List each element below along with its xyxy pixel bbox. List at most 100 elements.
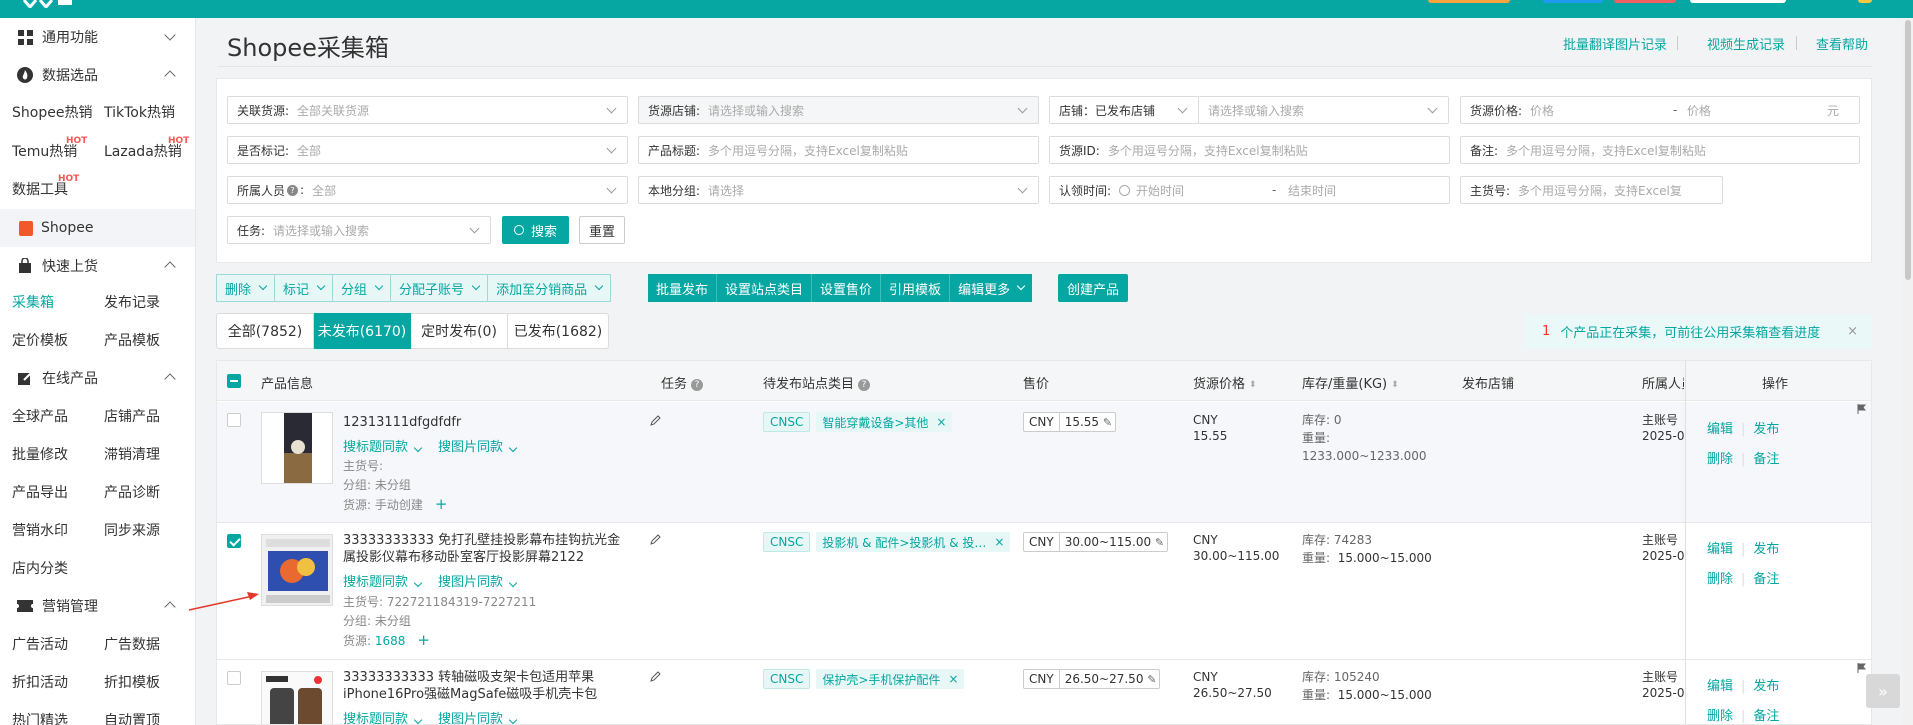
sidebar-item-store-products[interactable]: 店铺产品	[104, 407, 160, 427]
row-checkbox[interactable]	[227, 534, 241, 548]
sidebar-item-hot-pick[interactable]: 热门精选	[12, 711, 68, 725]
price-input[interactable]: CNY 26.50~27.50 ✎	[1023, 669, 1161, 689]
sidebar-item-global-products[interactable]: 全球产品	[12, 407, 68, 427]
price-min-input[interactable]: 价格	[1530, 102, 1673, 119]
delete-dropdown[interactable]: 删除	[216, 274, 276, 302]
sidebar-item-collect-box[interactable]: 采集箱	[12, 293, 54, 313]
edit-link[interactable]: 编辑	[1707, 679, 1733, 694]
close-icon[interactable]: ×	[994, 535, 1004, 549]
sidebar-item-marketing-watermark[interactable]: 营销水印	[12, 521, 68, 541]
remark-link[interactable]: 备注	[1753, 452, 1779, 467]
row-checkbox[interactable]	[227, 671, 241, 685]
claim-time-range[interactable]: 认领时间: 开始时间 - 结束时间	[1049, 176, 1450, 204]
mark-dropdown[interactable]: 标记	[275, 274, 334, 302]
tab-all[interactable]: 全部(7852)	[216, 313, 314, 349]
reset-button[interactable]: 重置	[579, 216, 625, 244]
search-title-same-link[interactable]: 搜标题同款	[343, 571, 423, 590]
flag-icon[interactable]	[1857, 404, 1866, 414]
search-image-same-link[interactable]: 搜图片同款	[438, 436, 518, 455]
publish-link[interactable]: 发布	[1753, 679, 1779, 694]
price-max-input[interactable]: 价格	[1687, 102, 1827, 119]
linked-source-select[interactable]: 关联货源: 全部关联货源	[227, 96, 628, 124]
tab-unpublished[interactable]: 未发布(6170)	[314, 313, 411, 349]
link-help[interactable]: 查看帮助	[1816, 34, 1868, 53]
sidebar-section-marketing[interactable]: 营销管理	[0, 587, 195, 625]
close-icon[interactable]: ×	[936, 415, 946, 429]
top-button-red[interactable]	[1614, 0, 1676, 3]
edit-more-dropdown[interactable]: 编辑更多	[950, 274, 1033, 302]
page-scrollbar[interactable]	[1903, 18, 1913, 725]
remark-link[interactable]: 备注	[1753, 572, 1779, 587]
sidebar-item-publish-log[interactable]: 发布记录	[104, 293, 160, 313]
sidebar-section-quick-upload[interactable]: 快速上货	[0, 247, 195, 285]
top-avatar[interactable]	[1858, 0, 1872, 3]
add-source-icon[interactable]: +	[435, 495, 448, 513]
price-input[interactable]: CNY 15.55 ✎	[1023, 412, 1117, 432]
create-product-button[interactable]: 创建产品	[1058, 274, 1128, 302]
local-group-select[interactable]: 本地分组: 请选择	[638, 176, 1039, 204]
product-title-input[interactable]: 产品标题: 多个用逗号分隔，支持Excel复制粘贴	[638, 136, 1039, 164]
source-id-input[interactable]: 货源ID: 多个用逗号分隔，支持Excel复制粘贴	[1049, 136, 1450, 164]
search-title-same-link[interactable]: 搜标题同款	[343, 436, 423, 455]
sidebar-item-discount-template[interactable]: 折扣模板	[104, 673, 160, 693]
group-dropdown[interactable]: 分组	[333, 274, 392, 302]
sidebar-item-product-export[interactable]: 产品导出	[12, 483, 68, 503]
owner-select[interactable]: 所属人员 ? : 全部	[227, 176, 628, 204]
collapse-double-chevron-icon[interactable]: »	[1866, 674, 1900, 708]
assign-subaccount-dropdown[interactable]: 分配子账号	[391, 274, 489, 302]
end-time-input[interactable]: 结束时间	[1288, 182, 1336, 199]
sidebar-item-tiktok-hot[interactable]: TikTok热销	[104, 103, 175, 123]
sidebar-item-shopee[interactable]: Shopee	[0, 209, 195, 247]
add-source-icon[interactable]: +	[417, 631, 430, 649]
sidebar-item-batch-edit[interactable]: 批量修改	[12, 445, 68, 465]
scrollbar-thumb[interactable]	[1905, 20, 1911, 280]
sidebar-item-product-template[interactable]: 产品模板	[104, 331, 160, 351]
set-category-button[interactable]: 设置站点类目	[717, 274, 813, 302]
sidebar-item-sync-source[interactable]: 同步来源	[104, 521, 160, 541]
start-time-input[interactable]: 开始时间	[1136, 182, 1272, 199]
sidebar-item-ad-campaign[interactable]: 广告活动	[12, 635, 68, 655]
product-thumbnail[interactable]	[261, 534, 333, 606]
set-price-button[interactable]: 设置售价	[812, 274, 882, 302]
close-icon[interactable]: ×	[948, 672, 958, 686]
sidebar-item-shopee-hot[interactable]: Shopee热销	[12, 103, 92, 123]
sidebar-section-online-products[interactable]: 在线产品	[0, 359, 195, 397]
publish-link[interactable]: 发布	[1753, 422, 1779, 437]
sidebar-item-ad-data[interactable]: 广告数据	[104, 635, 160, 655]
batch-publish-button[interactable]: 批量发布	[648, 274, 718, 302]
top-button-orange[interactable]	[1428, 0, 1510, 3]
sidebar-item-price-template[interactable]: 定价模板	[12, 331, 68, 351]
sidebar-item-discount-campaign[interactable]: 折扣活动	[12, 673, 68, 693]
search-title-same-link[interactable]: 搜标题同款	[343, 708, 423, 724]
top-button-white[interactable]	[1690, 0, 1786, 3]
sidebar-section-data-selection[interactable]: 数据选品	[0, 56, 195, 94]
main-sku-input[interactable]: 主货号: 多个用逗号分隔，支持Excel复	[1460, 176, 1723, 204]
delete-link[interactable]: 删除	[1707, 709, 1733, 724]
marked-select[interactable]: 是否标记: 全部	[227, 136, 628, 164]
edit-icon[interactable]	[649, 671, 661, 683]
notice-text[interactable]: 个产品正在采集，可前往公用采集箱查看进度	[1560, 322, 1820, 341]
store-type-select[interactable]: 店铺：已发布店铺	[1049, 96, 1199, 124]
price-input[interactable]: CNY 30.00~115.00 ✎	[1023, 532, 1169, 552]
header-stock[interactable]: 库存/重量(KG) ⬍	[1302, 373, 1399, 392]
search-button[interactable]: 搜索	[502, 216, 569, 244]
sidebar-item-store-category[interactable]: 店内分类	[12, 559, 68, 579]
product-thumbnail[interactable]	[261, 412, 333, 484]
store-select[interactable]: 请选择或输入搜索	[1198, 96, 1449, 124]
edit-icon[interactable]	[649, 534, 661, 546]
close-icon[interactable]: ×	[1847, 324, 1858, 339]
sidebar-item-auto-top[interactable]: 自动置顶	[104, 711, 160, 725]
publish-link[interactable]: 发布	[1753, 542, 1779, 557]
row-checkbox[interactable]	[227, 413, 241, 427]
remark-link[interactable]: 备注	[1753, 709, 1779, 724]
select-all-checkbox[interactable]	[227, 374, 241, 388]
source-price-range[interactable]: 货源价格: 价格 - 价格 元	[1460, 96, 1860, 124]
search-image-same-link[interactable]: 搜图片同款	[438, 708, 518, 724]
sidebar-item-slow-clear[interactable]: 滞销清理	[104, 445, 160, 465]
add-distribution-dropdown[interactable]: 添加至分销商品	[488, 274, 612, 302]
product-thumbnail[interactable]	[261, 671, 333, 724]
flag-icon[interactable]	[1857, 663, 1866, 673]
delete-link[interactable]: 删除	[1707, 452, 1733, 467]
top-button-blue[interactable]	[1543, 0, 1603, 3]
apply-template-button[interactable]: 引用模板	[881, 274, 951, 302]
